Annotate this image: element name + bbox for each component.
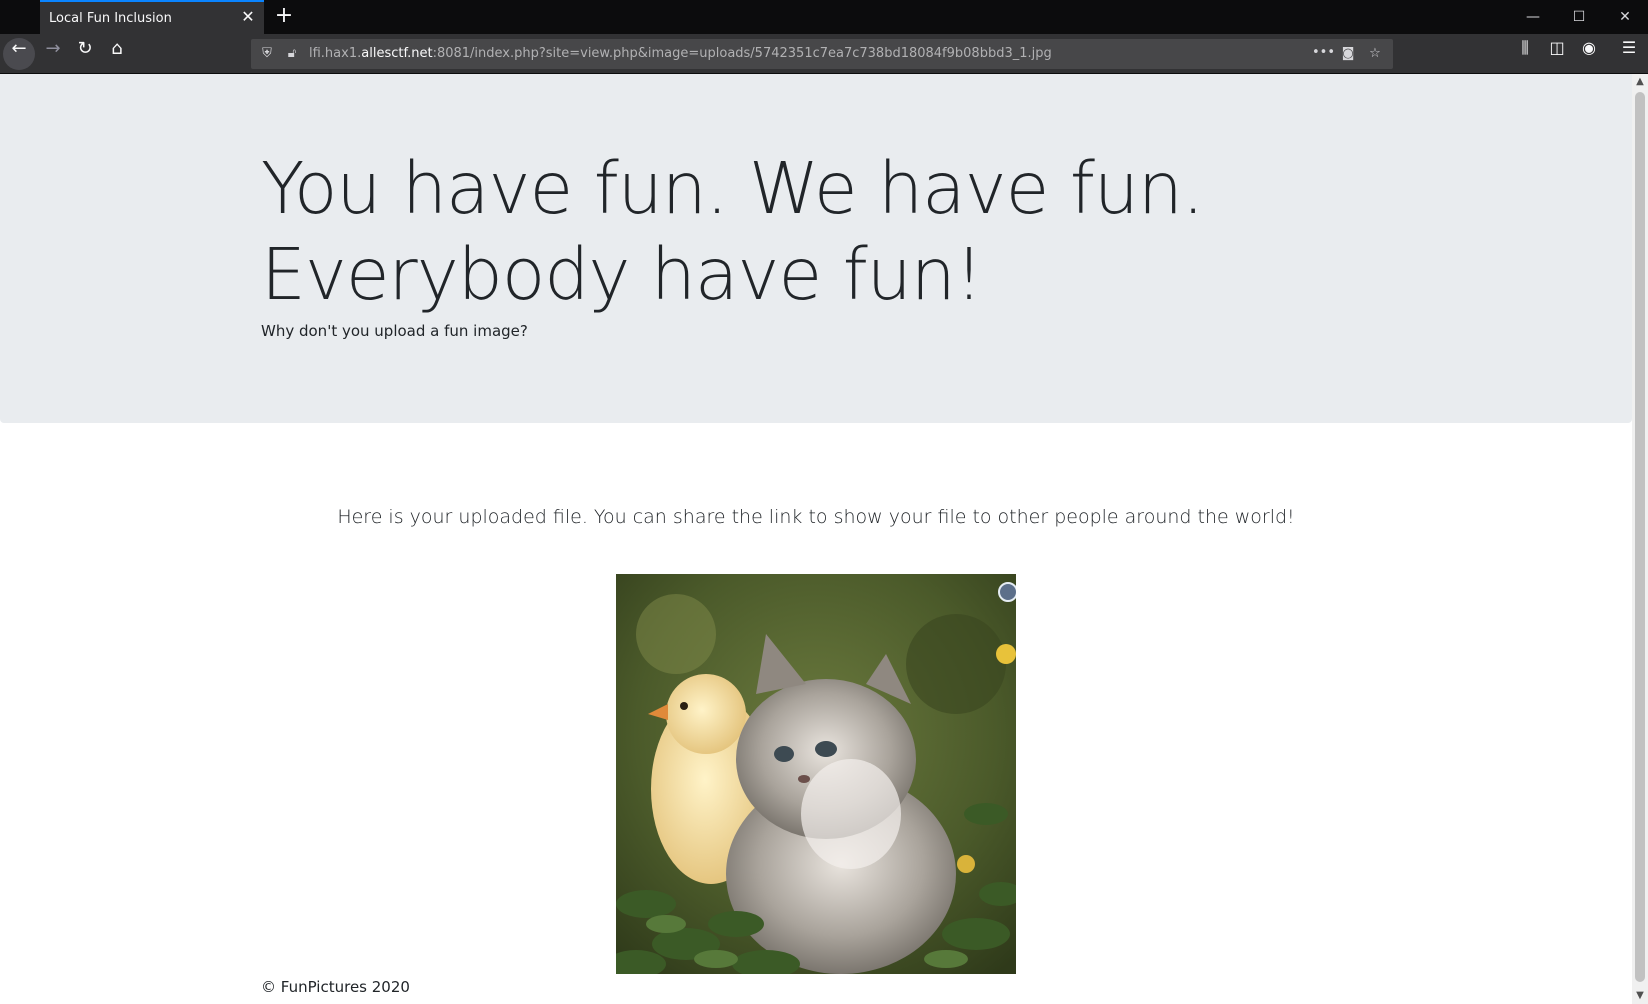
browser-tab[interactable]: Local Fun Inclusion ✕ bbox=[40, 0, 264, 34]
close-icon[interactable]: ✕ bbox=[240, 9, 256, 25]
upload-info-text: Here is your uploaded file. You can shar… bbox=[337, 506, 1295, 528]
reload-icon[interactable]: ↻ bbox=[69, 38, 101, 70]
headline-line-1: You have fun. We have fun. bbox=[261, 147, 1204, 230]
back-icon[interactable]: ← bbox=[3, 38, 35, 70]
url-text[interactable]: lfi.hax1.allesctf.net:8081/index.php?sit… bbox=[309, 46, 1052, 61]
bookmark-star-icon[interactable]: ☆ bbox=[1367, 46, 1383, 62]
insecure-lock-icon[interactable]: 🔓︎ bbox=[284, 46, 300, 62]
nav-toolbar: ← → ↻ ⌂ ⛨ 🔓︎ lfi.hax1.allesctf.net:8081/… bbox=[0, 34, 1648, 74]
account-icon[interactable]: ◉ bbox=[1573, 38, 1605, 70]
vertical-scrollbar[interactable]: ▲ ▼ bbox=[1632, 74, 1648, 1004]
menu-icon[interactable]: ☰ bbox=[1613, 38, 1645, 70]
window-close-icon[interactable]: ✕ bbox=[1602, 0, 1648, 34]
page-title: You have fun. We have fun. Everybody hav… bbox=[261, 146, 1361, 318]
tab-strip: Local Fun Inclusion ✕ + — ☐ ✕ bbox=[0, 0, 1648, 34]
footer-copyright: © FunPictures 2020 bbox=[261, 978, 410, 996]
library-icon[interactable]: ⫼ bbox=[1509, 38, 1541, 70]
scroll-thumb[interactable] bbox=[1635, 92, 1645, 982]
page-content: You have fun. We have fun. Everybody hav… bbox=[0, 74, 1632, 1004]
headline-line-2: Everybody have fun! bbox=[261, 233, 983, 316]
maximize-icon[interactable]: ☐ bbox=[1556, 0, 1602, 34]
minimize-icon[interactable]: — bbox=[1510, 0, 1556, 34]
scroll-down-icon[interactable]: ▼ bbox=[1632, 988, 1648, 1004]
shield-icon[interactable]: ⛨ bbox=[259, 46, 275, 62]
scroll-up-icon[interactable]: ▲ bbox=[1632, 74, 1648, 90]
uploaded-image bbox=[616, 574, 1016, 974]
sidebar-icon[interactable]: ◫ bbox=[1541, 38, 1573, 70]
more-icon[interactable]: ••• bbox=[1312, 45, 1335, 61]
home-icon[interactable]: ⌂ bbox=[101, 38, 133, 70]
jumbotron: You have fun. We have fun. Everybody hav… bbox=[0, 74, 1632, 423]
tab-title: Local Fun Inclusion bbox=[49, 11, 172, 26]
lead-text: Why don't you upload a fun image? bbox=[261, 322, 528, 340]
plus-icon[interactable]: + bbox=[272, 4, 296, 28]
forward-icon[interactable]: → bbox=[37, 38, 69, 70]
pocket-icon[interactable]: ◙ bbox=[1340, 46, 1356, 62]
url-bar[interactable]: ⛨ 🔓︎ lfi.hax1.allesctf.net:8081/index.ph… bbox=[251, 39, 1393, 69]
